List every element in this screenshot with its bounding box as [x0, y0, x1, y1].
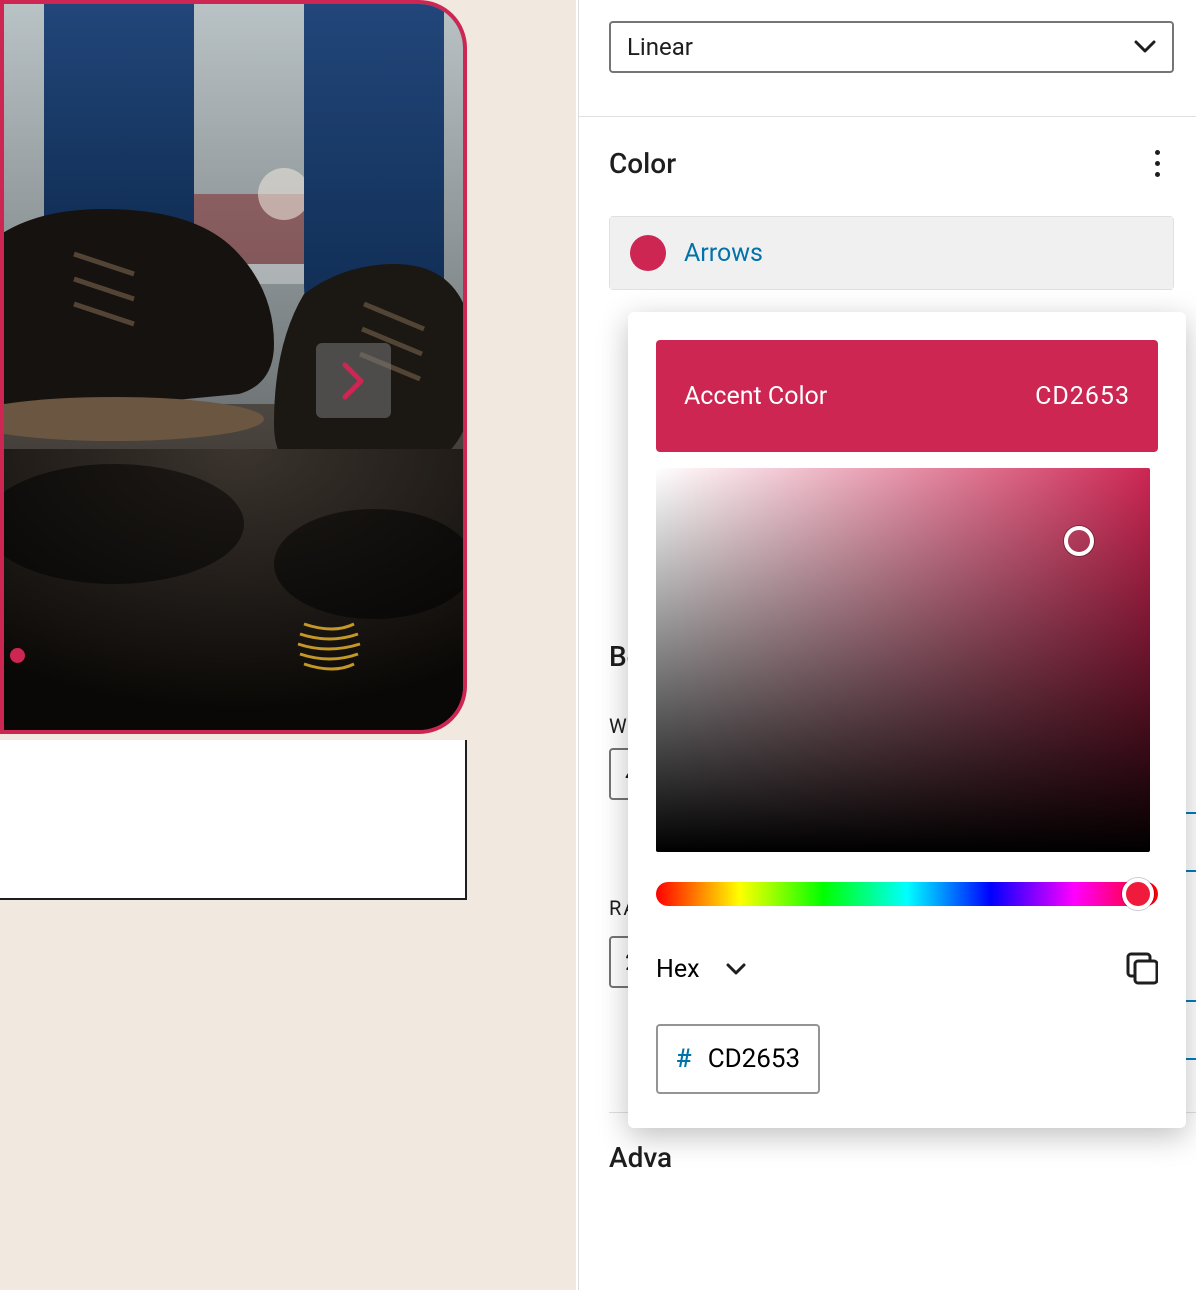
more-options-icon[interactable]: [1155, 150, 1160, 177]
saturation-canvas[interactable]: [656, 468, 1150, 852]
format-select[interactable]: Hex: [656, 955, 700, 984]
next-slide-button[interactable]: [316, 343, 391, 418]
gradient-type-select[interactable]: Linear: [609, 21, 1174, 73]
slider-image[interactable]: [0, 0, 467, 734]
color-section-header[interactable]: Color: [579, 116, 1196, 210]
color-heading: Color: [609, 147, 676, 180]
hue-thumb[interactable]: [1122, 878, 1154, 910]
picker-title: Accent Color: [684, 382, 827, 411]
saturation-cursor[interactable]: [1064, 526, 1094, 556]
color-picker-popover: Accent Color CD2653 Hex # CD2653: [628, 312, 1186, 1128]
chevron-down-icon: [1134, 40, 1156, 54]
hash-symbol: #: [676, 1044, 692, 1074]
chevron-right-icon: [341, 361, 367, 401]
chevron-down-icon: [726, 963, 746, 975]
hex-value: CD2653: [708, 1044, 800, 1074]
slide-caption-input[interactable]: [0, 740, 467, 900]
gradient-type-value: Linear: [627, 33, 693, 61]
picker-value-label: CD2653: [1035, 382, 1130, 411]
arrows-swatch: [630, 235, 666, 271]
color-arrows-row[interactable]: Arrows: [610, 217, 1173, 289]
hex-input[interactable]: # CD2653: [656, 1024, 820, 1094]
hue-slider[interactable]: [656, 882, 1158, 906]
product-photo: [4, 4, 467, 734]
copy-icon[interactable]: [1124, 952, 1158, 986]
pager-dot[interactable]: [10, 648, 25, 663]
color-options-list: Arrows: [609, 216, 1174, 290]
editor-canvas: [0, 0, 576, 1290]
color-arrows-label: Arrows: [684, 239, 763, 268]
picker-header: Accent Color CD2653: [656, 340, 1158, 452]
